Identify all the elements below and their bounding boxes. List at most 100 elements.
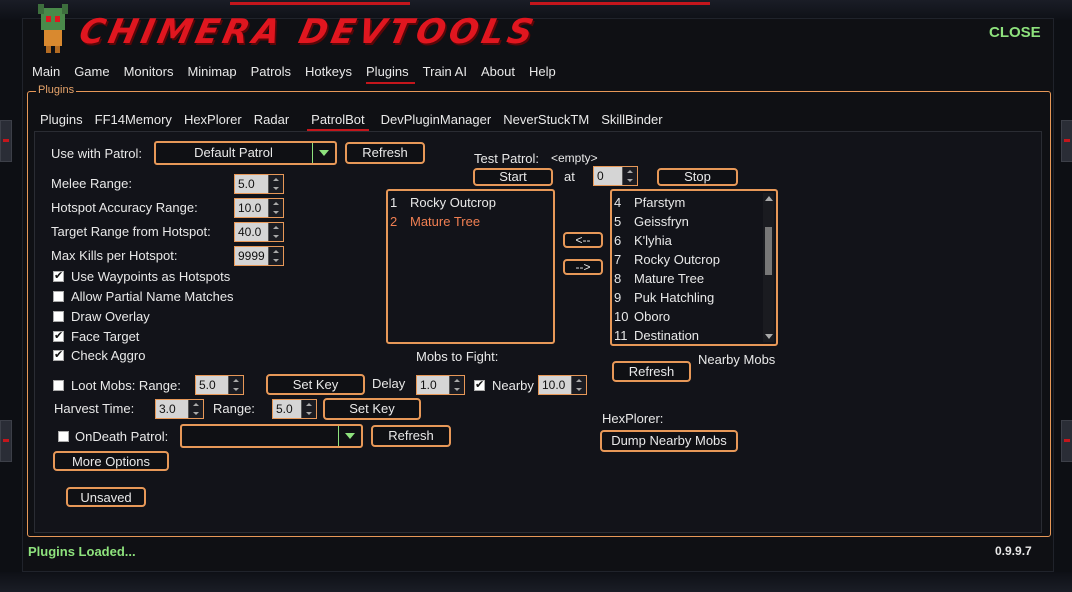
stepper-arrows-icon[interactable] (268, 199, 283, 217)
resize-grip-left[interactable] (0, 120, 12, 162)
harvest-time-stepper[interactable]: 3.0 (155, 399, 204, 419)
stepper-arrows-icon[interactable] (622, 167, 637, 185)
subtab-skillbinder[interactable]: SkillBinder (601, 111, 662, 131)
tab-about[interactable]: About (481, 62, 521, 84)
ondeath-checkbox[interactable] (58, 431, 69, 442)
list-item[interactable]: 7 Rocky Outcrop (614, 250, 720, 269)
stepper-arrows-icon[interactable] (449, 376, 464, 394)
chevron-down-icon[interactable] (338, 426, 361, 446)
subtab-ff14memory[interactable]: FF14Memory (95, 111, 172, 131)
tab-hotkeys[interactable]: Hotkeys (305, 62, 358, 84)
melee-range-value: 5.0 (238, 177, 255, 191)
harvest-range-stepper[interactable]: 5.0 (272, 399, 317, 419)
stepper-arrows-icon[interactable] (268, 247, 283, 265)
move-left-button[interactable]: <-- (563, 232, 603, 248)
list-item-name: Geissfryn (634, 214, 689, 229)
plugin-subnav: Plugins FF14Memory HexPlorer Radar Patro… (40, 111, 675, 131)
close-button[interactable]: CLOSE (989, 24, 1041, 41)
target-range-stepper[interactable]: 40.0 (234, 222, 284, 242)
patrol-refresh-button[interactable]: Refresh (345, 142, 425, 164)
dump-nearby-mobs-button[interactable]: Dump Nearby Mobs (600, 430, 738, 452)
list-item[interactable]: 10 Oboro (614, 307, 670, 326)
check-aggro-checkbox[interactable] (53, 348, 64, 361)
start-index-stepper[interactable]: 0 (593, 166, 638, 186)
list-item[interactable]: 5 Geissfryn (614, 212, 689, 231)
list-item[interactable]: 6 K'lyhia (614, 231, 672, 250)
chevron-down-icon[interactable] (312, 143, 335, 163)
subtab-devpluginmanager[interactable]: DevPluginManager (381, 111, 492, 131)
at-label: at (564, 169, 575, 184)
ondeath-label: OnDeath Patrol: (75, 429, 169, 444)
test-patrol-value: <empty> (551, 151, 598, 165)
scroll-down-icon[interactable] (765, 334, 773, 339)
tab-monitors[interactable]: Monitors (124, 62, 180, 84)
tab-plugins[interactable]: Plugins (366, 62, 415, 84)
list-item-index: 2 (390, 214, 398, 229)
resize-grip-left[interactable] (0, 420, 12, 462)
list-item[interactable]: 4 Pfarstym (614, 193, 685, 212)
nearby-mobs-list[interactable]: 4 Pfarstym 5 Geissfryn 6 K'lyhia 7 Rocky Out… (610, 189, 778, 346)
scroll-up-icon[interactable] (765, 196, 773, 201)
subtab-patrolbot[interactable]: PatrolBot (307, 111, 369, 131)
resize-grip-right[interactable] (1061, 120, 1072, 162)
nearby-mobs-label: Nearby Mobs (698, 352, 776, 367)
main-nav: Main Game Monitors Minimap Patrols Hotke… (32, 62, 570, 84)
move-right-button[interactable]: --> (563, 259, 603, 275)
resize-grip-right[interactable] (1061, 420, 1072, 462)
stepper-arrows-icon[interactable] (571, 376, 586, 394)
list-item[interactable]: 8 Mature Tree (614, 269, 704, 288)
melee-range-stepper[interactable]: 5.0 (234, 174, 284, 194)
harvest-set-key-button[interactable]: Set Key (323, 398, 421, 420)
list-item[interactable]: 11 Destination (614, 326, 699, 345)
nearby-mobs-scrollbar[interactable] (763, 193, 774, 342)
draw-overlay-checkbox[interactable] (53, 311, 64, 322)
max-kills-stepper[interactable]: 9999 (234, 246, 284, 266)
list-item[interactable]: 9 Puk Hatchling (614, 288, 714, 307)
version-label: 0.9.9.7 (995, 544, 1032, 558)
subtab-neverstucktm[interactable]: NeverStuckTM (503, 111, 589, 131)
mobs-to-fight-list[interactable]: 1 Rocky Outcrop 2 Mature Tree (386, 189, 555, 344)
loot-set-key-button[interactable]: Set Key (266, 374, 365, 395)
stepper-arrows-icon[interactable] (268, 223, 283, 241)
list-item-name: Pfarstym (634, 195, 686, 210)
list-item-name: Rocky Outcrop (634, 252, 720, 267)
ondeath-refresh-button[interactable]: Refresh (371, 425, 451, 447)
stepper-arrows-icon[interactable] (228, 376, 243, 394)
nearby-checkbox[interactable] (474, 378, 485, 391)
hotspot-accuracy-stepper[interactable]: 10.0 (234, 198, 284, 218)
test-patrol-label: Test Patrol: (474, 151, 540, 166)
unsaved-button[interactable]: Unsaved (66, 487, 146, 507)
stop-button[interactable]: Stop (657, 168, 738, 186)
scroll-thumb[interactable] (765, 227, 772, 275)
ondeath-patrol-select[interactable] (180, 424, 363, 448)
face-target-checkbox[interactable] (53, 329, 64, 342)
tab-game[interactable]: Game (74, 62, 115, 84)
delay-stepper[interactable]: 1.0 (416, 375, 465, 395)
check-aggro-label: Check Aggro (71, 348, 146, 363)
stepper-arrows-icon[interactable] (188, 400, 203, 418)
partial-names-checkbox[interactable] (53, 291, 64, 302)
list-item[interactable]: 1 Rocky Outcrop (390, 193, 496, 212)
list-item[interactable]: 2 Mature Tree (390, 212, 480, 231)
tab-train-ai[interactable]: Train AI (423, 62, 473, 84)
nearby-refresh-button[interactable]: Refresh (612, 361, 691, 382)
stepper-arrows-icon[interactable] (301, 400, 316, 418)
tab-main[interactable]: Main (32, 62, 66, 84)
stepper-arrows-icon[interactable] (268, 175, 283, 193)
subtab-radar[interactable]: Radar (254, 111, 289, 131)
use-waypoints-checkbox[interactable] (53, 269, 64, 282)
tab-minimap[interactable]: Minimap (187, 62, 242, 84)
hotspot-accuracy-label: Hotspot Accuracy Range: (51, 200, 198, 215)
subtab-plugins[interactable]: Plugins (40, 111, 83, 131)
start-button[interactable]: Start (473, 168, 553, 186)
nearby-stepper[interactable]: 10.0 (538, 375, 587, 395)
loot-range-stepper[interactable]: 5.0 (195, 375, 244, 395)
tab-help[interactable]: Help (529, 62, 562, 84)
loot-mobs-checkbox[interactable] (53, 380, 64, 391)
subtab-hexplorer[interactable]: HexPlorer (184, 111, 242, 131)
app-title: CHIMERA DEVTOOLS (75, 12, 541, 52)
tab-patrols[interactable]: Patrols (251, 62, 297, 84)
more-options-button[interactable]: More Options (53, 451, 169, 471)
patrol-select[interactable]: Default Patrol (154, 141, 337, 165)
list-item-name: Mature Tree (410, 214, 481, 229)
